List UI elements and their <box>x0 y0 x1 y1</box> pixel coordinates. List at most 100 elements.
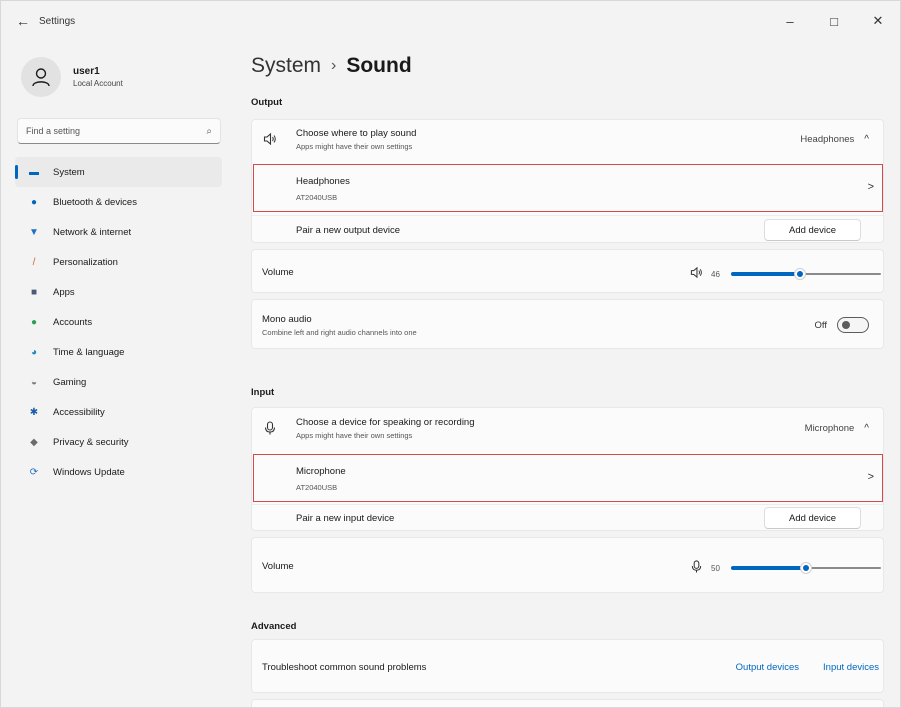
slider-fill <box>731 566 806 570</box>
profile-account-type: Local Account <box>73 79 123 88</box>
toggle-knob <box>842 321 850 329</box>
sidebar-item-accounts[interactable]: ● Accounts <box>15 307 222 337</box>
output-device-model: AT2040USB <box>296 193 338 202</box>
avatar <box>21 57 61 97</box>
mono-audio-card: Mono audio Combine left and right audio … <box>251 299 884 349</box>
mono-audio-row: Mono audio Combine left and right audio … <box>252 300 883 350</box>
sidebar-item-apps[interactable]: ■ Apps <box>15 277 222 307</box>
sidebar-item-windows-update[interactable]: ⟳ Windows Update <box>15 457 222 487</box>
sidebar-item-label: Accessibility <box>53 406 105 418</box>
input-volume-card: Volume 50 <box>251 537 884 593</box>
add-output-device-button[interactable]: Add device <box>764 219 861 241</box>
output-section-title: Output <box>251 97 283 108</box>
sidebar-item-gaming[interactable]: ◒ Gaming <box>15 367 222 397</box>
sidebar-nav: ▬ System ● Bluetooth & devices ▼ Network & in… <box>15 157 222 487</box>
sidebar-item-label: Privacy & security <box>53 436 129 448</box>
output-choose-title: Choose where to play sound <box>296 127 417 139</box>
input-choose-title: Choose a device for speaking or recordin… <box>296 416 475 428</box>
output-volume-slider[interactable] <box>731 268 881 280</box>
time-language-icon: ◕ <box>30 346 38 358</box>
search-input[interactable] <box>26 126 207 136</box>
chevron-up-icon[interactable]: ^ <box>864 423 869 434</box>
sidebar-item-label: Accounts <box>53 316 93 328</box>
profile-name: user1 <box>73 66 100 77</box>
user-profile[interactable]: user1 Local Account <box>21 57 123 97</box>
profile-text: user1 Local Account <box>73 66 123 88</box>
title-bar: ← Settings – □ ✕ <box>1 1 900 41</box>
slider-thumb[interactable] <box>794 268 806 280</box>
mono-audio-toggle-wrap: Off <box>814 317 869 333</box>
sidebar-item-label: Personalization <box>53 256 118 268</box>
add-input-device-button[interactable]: Add device <box>764 507 861 529</box>
input-choose-subtitle: Apps might have their own settings <box>296 430 413 440</box>
input-choose-text: Choose a device for speaking or recordin… <box>296 417 475 440</box>
main-content: System › Sound Output Choose where to pl… <box>251 41 884 707</box>
accounts-icon: ● <box>30 316 38 328</box>
output-devices-link[interactable]: Output devices <box>736 662 799 673</box>
minimize-button[interactable]: – <box>768 1 812 41</box>
chevron-up-icon[interactable]: ^ <box>864 134 869 145</box>
sidebar-item-label: Time & language <box>53 346 125 358</box>
input-device-model: AT2040USB <box>296 483 338 492</box>
back-arrow-icon[interactable]: ← <box>11 9 35 33</box>
troubleshoot-label: Troubleshoot common sound problems <box>262 661 427 673</box>
input-volume-value: 50 <box>711 563 720 573</box>
input-devices-link[interactable]: Input devices <box>823 662 879 673</box>
sidebar-item-label: Network & internet <box>53 226 132 238</box>
pair-input-label: Pair a new input device <box>296 513 395 524</box>
output-volume-row: Volume 46 <box>252 250 883 294</box>
output-volume-value: 46 <box>711 269 720 279</box>
breadcrumb-parent[interactable]: System <box>251 54 321 78</box>
search-box[interactable]: ⌕ <box>17 118 221 144</box>
output-choose-subtitle: Apps might have their own settings <box>296 141 413 151</box>
sidebar-item-personalization[interactable]: / Personalization <box>15 247 222 277</box>
output-choose-value: Headphones ^ <box>800 134 869 145</box>
sidebar-item-privacy-security[interactable]: ◆ Privacy & security <box>15 427 222 457</box>
network-internet-icon: ▼ <box>29 226 39 238</box>
maximize-button[interactable]: □ <box>812 1 856 41</box>
output-device-name: Headphones <box>296 176 350 187</box>
search-icon[interactable]: ⌕ <box>206 126 212 137</box>
sidebar-item-bluetooth-devices[interactable]: ● Bluetooth & devices <box>15 187 222 217</box>
sidebar-item-system[interactable]: ▬ System <box>15 157 222 187</box>
troubleshoot-row: Troubleshoot common sound problems Outpu… <box>252 640 883 694</box>
speaker-icon[interactable] <box>690 266 703 282</box>
close-button[interactable]: ✕ <box>856 1 900 41</box>
input-choose-row[interactable]: Choose a device for speaking or recordin… <box>252 408 883 448</box>
next-settings-card <box>251 699 884 707</box>
slider-thumb[interactable] <box>800 562 812 574</box>
mono-audio-text: Mono audio Combine left and right audio … <box>262 314 417 337</box>
input-volume-slider[interactable] <box>731 562 881 574</box>
output-device-headphones[interactable]: Headphones AT2040USB > <box>253 164 883 212</box>
output-volume-card: Volume 46 <box>251 249 884 293</box>
input-section-title: Input <box>251 387 275 398</box>
microphone-icon[interactable] <box>690 560 703 576</box>
system-icon: ▬ <box>29 166 39 178</box>
input-volume-control: 50 <box>690 560 881 576</box>
input-volume-row: Volume 50 <box>252 538 883 594</box>
input-volume-label: Volume <box>262 560 294 572</box>
mono-audio-toggle[interactable] <box>837 317 869 333</box>
input-device-microphone[interactable]: Microphone AT2040USB > <box>253 454 883 502</box>
output-choose-text: Choose where to play sound Apps might ha… <box>296 128 416 151</box>
chevron-right-icon: > <box>867 471 874 483</box>
input-device-name: Microphone <box>296 466 346 477</box>
output-selected-device: Headphones <box>800 133 855 145</box>
settings-window: ← Settings – □ ✕ user1 Local Account ⌕ <box>0 0 901 708</box>
sidebar-item-label: Windows Update <box>53 466 125 478</box>
output-device-card: Choose where to play sound Apps might ha… <box>251 119 884 243</box>
sidebar-item-label: Gaming <box>53 376 87 388</box>
output-choose-row[interactable]: Choose where to play sound Apps might ha… <box>252 120 883 158</box>
accessibility-icon: ✱ <box>29 406 39 418</box>
mono-audio-subtitle: Combine left and right audio channels in… <box>262 327 417 337</box>
sidebar-item-time-language[interactable]: ◕ Time & language <box>15 337 222 367</box>
microphone-icon <box>262 420 278 436</box>
troubleshoot-links: Output devices Input devices <box>712 662 879 673</box>
sidebar-item-network-internet[interactable]: ▼ Network & internet <box>15 217 222 247</box>
mono-audio-state: Off <box>814 319 828 331</box>
chevron-right-icon: > <box>867 181 874 193</box>
pair-output-row: Pair a new output device Add device <box>252 216 883 244</box>
sidebar-item-accessibility[interactable]: ✱ Accessibility <box>15 397 222 427</box>
gaming-icon: ◒ <box>30 376 38 388</box>
pair-output-label: Pair a new output device <box>296 224 401 236</box>
